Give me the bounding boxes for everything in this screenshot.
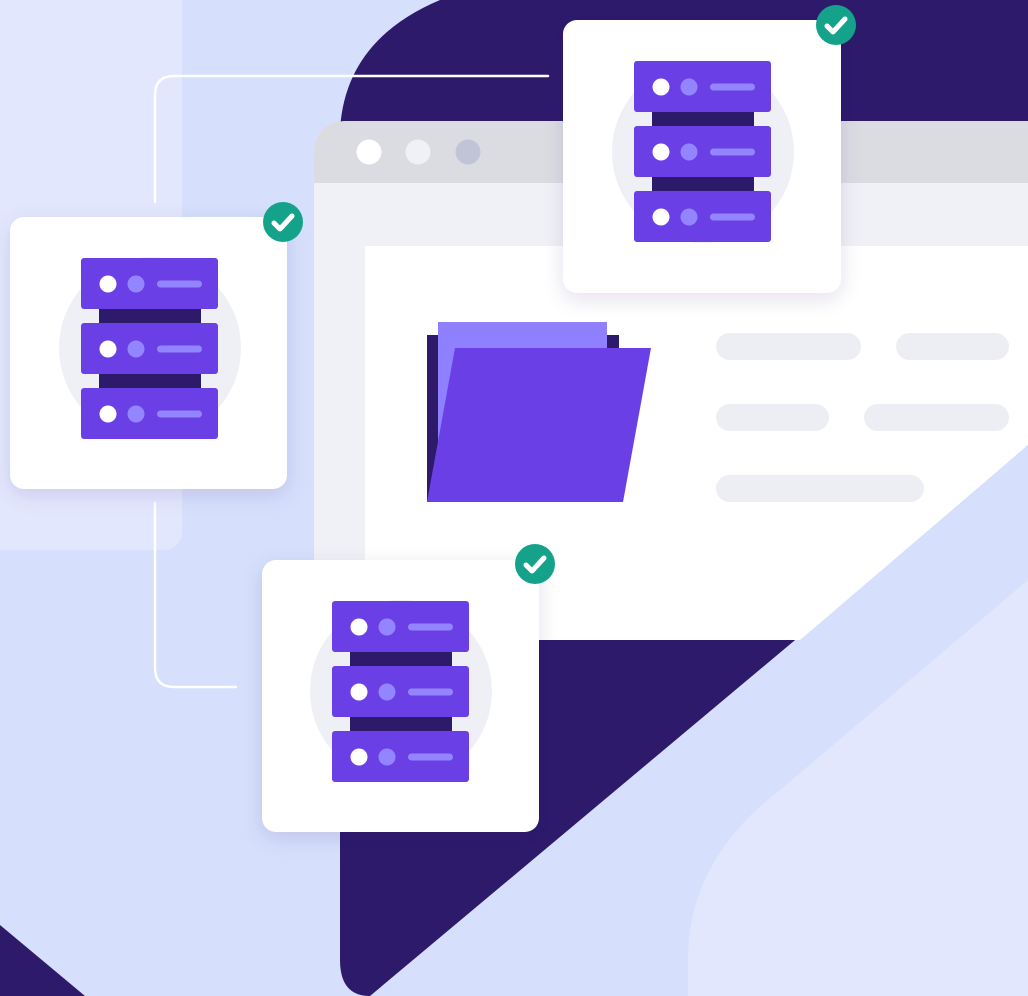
server-card-bottom	[262, 544, 555, 832]
placeholder-bar	[716, 475, 924, 502]
placeholder-bar	[716, 404, 829, 431]
window-dot-minimize-icon	[405, 139, 431, 165]
placeholder-bar	[896, 333, 1009, 360]
folder-icon	[427, 322, 651, 502]
server-card-top	[563, 5, 856, 293]
placeholder-bar	[864, 404, 1009, 431]
illustration-scene	[0, 0, 1028, 996]
check-circle-icon	[515, 544, 555, 584]
check-circle-icon	[816, 5, 856, 45]
window-dot-maximize-icon	[455, 139, 481, 165]
placeholder-bar	[716, 333, 861, 360]
check-circle-icon	[263, 202, 303, 242]
server-card-left	[10, 202, 303, 489]
server-rack-icon	[634, 61, 771, 242]
window-dot-close-icon	[356, 139, 382, 165]
server-rack-icon	[332, 601, 469, 782]
server-rack-icon	[81, 258, 218, 439]
